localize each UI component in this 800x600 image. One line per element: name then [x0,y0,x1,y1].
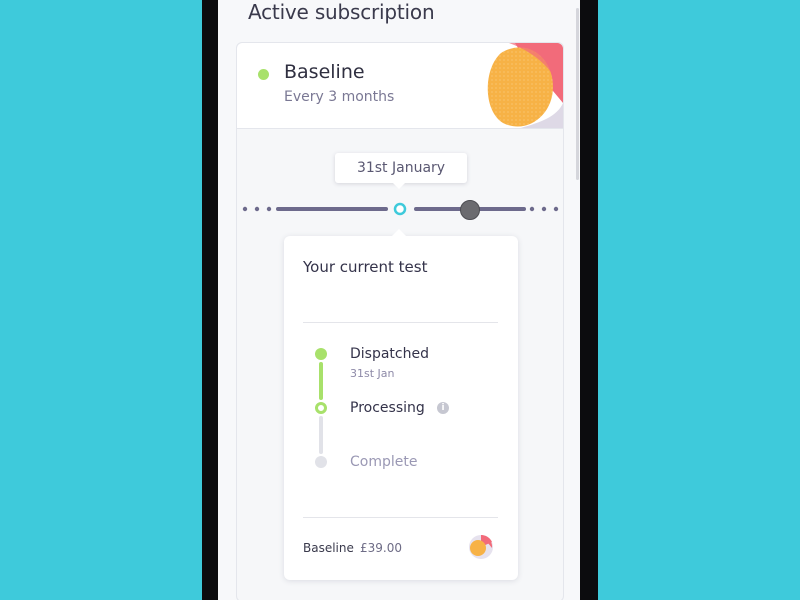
timeline-dot [541,206,547,212]
timeline-dot [266,206,272,212]
baseline-plan-icon [469,534,493,559]
step-label-complete: Complete [350,454,418,470]
step-active-icon [315,402,327,414]
timeline-dot [254,206,260,212]
step-label-processing: Processing [350,400,425,416]
step-pending-icon [315,456,327,468]
date-timeline[interactable] [240,196,562,224]
footer-price: £39.00 [360,541,402,555]
progress-line-done [319,362,323,400]
status-dot [258,69,269,80]
step-label-dispatched: Dispatched [350,346,429,362]
footer-plan-name: Baseline [303,541,354,555]
timeline-selected-marker [393,202,407,216]
plan-name: Baseline [284,61,365,83]
baseline-plan-art-icon [487,43,563,128]
section-title: Active subscription [248,0,435,24]
timeline-dot [242,206,248,212]
progress-line-pending [319,416,323,454]
subscription-header[interactable]: Baseline Every 3 months [237,43,563,129]
divider [303,517,498,518]
date-tooltip: 31st January [335,153,467,189]
step-date-dispatched: 31st Jan [350,367,395,380]
current-test-title: Your current test [303,258,428,276]
step-done-icon [315,348,327,360]
plan-frequency: Every 3 months [284,89,395,105]
current-test-card: Your current test Dispatched 31st Jan Pr… [284,229,518,580]
info-icon[interactable]: i [437,402,449,414]
divider [303,322,498,323]
scrollbar[interactable] [576,8,579,180]
timeline-dot [553,206,559,212]
timeline-dot [529,206,535,212]
timeline-drag-handle [460,200,480,220]
